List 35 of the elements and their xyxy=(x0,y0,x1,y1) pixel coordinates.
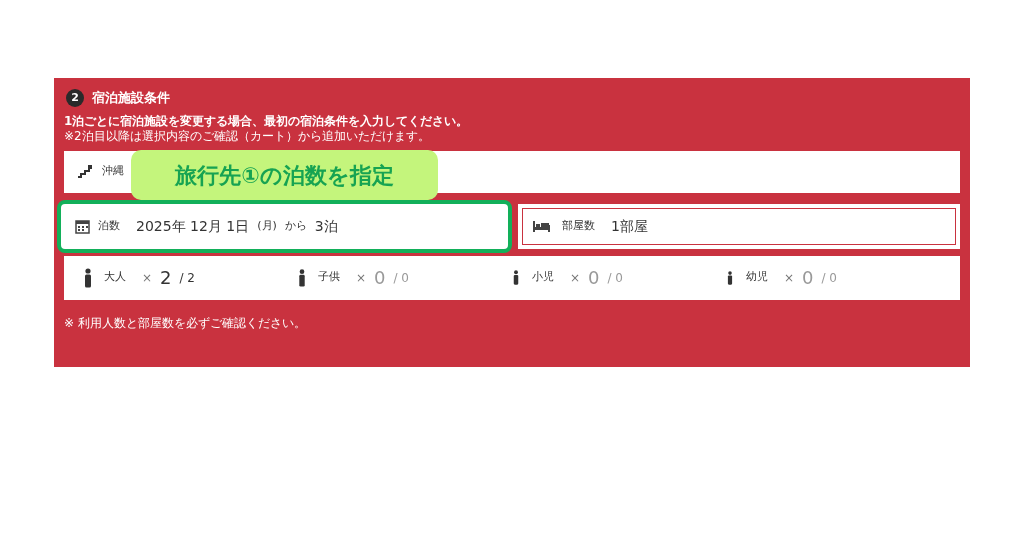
times-sign: × xyxy=(142,269,153,287)
calendar-icon xyxy=(75,218,90,234)
bed-icon xyxy=(533,220,550,232)
person-icon xyxy=(726,270,734,285)
check-in-date: 2025年 12月 1日 xyxy=(136,216,250,236)
nights-field[interactable]: 泊数 2025年 12月 1日 (月) から 3泊 xyxy=(57,199,512,253)
times-sign: × xyxy=(356,269,367,287)
footnote-text: ※ 利用人数と部屋数を必ずご確認ください。 xyxy=(64,315,306,330)
guest-max: / 0 xyxy=(607,269,623,287)
guest-type-label: 幼児 xyxy=(746,269,768,286)
rooms-field[interactable]: 部屋数 1部屋 xyxy=(518,203,960,249)
person-icon xyxy=(512,270,520,285)
times-sign: × xyxy=(570,269,581,287)
destination-value: 沖縄 xyxy=(102,163,124,180)
guest-count[interactable]: 2 xyxy=(160,264,172,291)
notice-text: 1泊ごとに宿泊施設を変更する場合、最初の宿泊条件を入力してください。 xyxy=(64,113,470,129)
nights-count: 3泊 xyxy=(314,216,338,236)
weekday-text: (月) xyxy=(257,217,277,234)
nights-label: 泊数 xyxy=(98,217,120,234)
annotation-tooltip: 旅行先①の泊数を指定 xyxy=(131,150,438,200)
person-icon xyxy=(84,267,92,288)
from-text: から xyxy=(284,217,307,234)
guest-type-label: 小児 xyxy=(532,269,554,286)
times-sign: × xyxy=(784,269,795,287)
guest-max: / 2 xyxy=(179,269,195,287)
step-number: 2 xyxy=(66,88,84,107)
rooms-label: 部屋数 xyxy=(562,217,595,234)
guest-type-label: 子供 xyxy=(318,269,340,286)
guest-max: / 0 xyxy=(821,269,837,287)
person-icon xyxy=(298,268,306,287)
guest-max: / 0 xyxy=(393,269,409,287)
guest-type-label: 大人 xyxy=(104,269,126,286)
section-title: 宿泊施設条件 xyxy=(92,89,170,107)
notice-text: ※2泊目以降は選択内容のご確認（カート）から追加いただけます。 xyxy=(64,128,431,144)
rooms-value: 1部屋 xyxy=(611,216,648,236)
